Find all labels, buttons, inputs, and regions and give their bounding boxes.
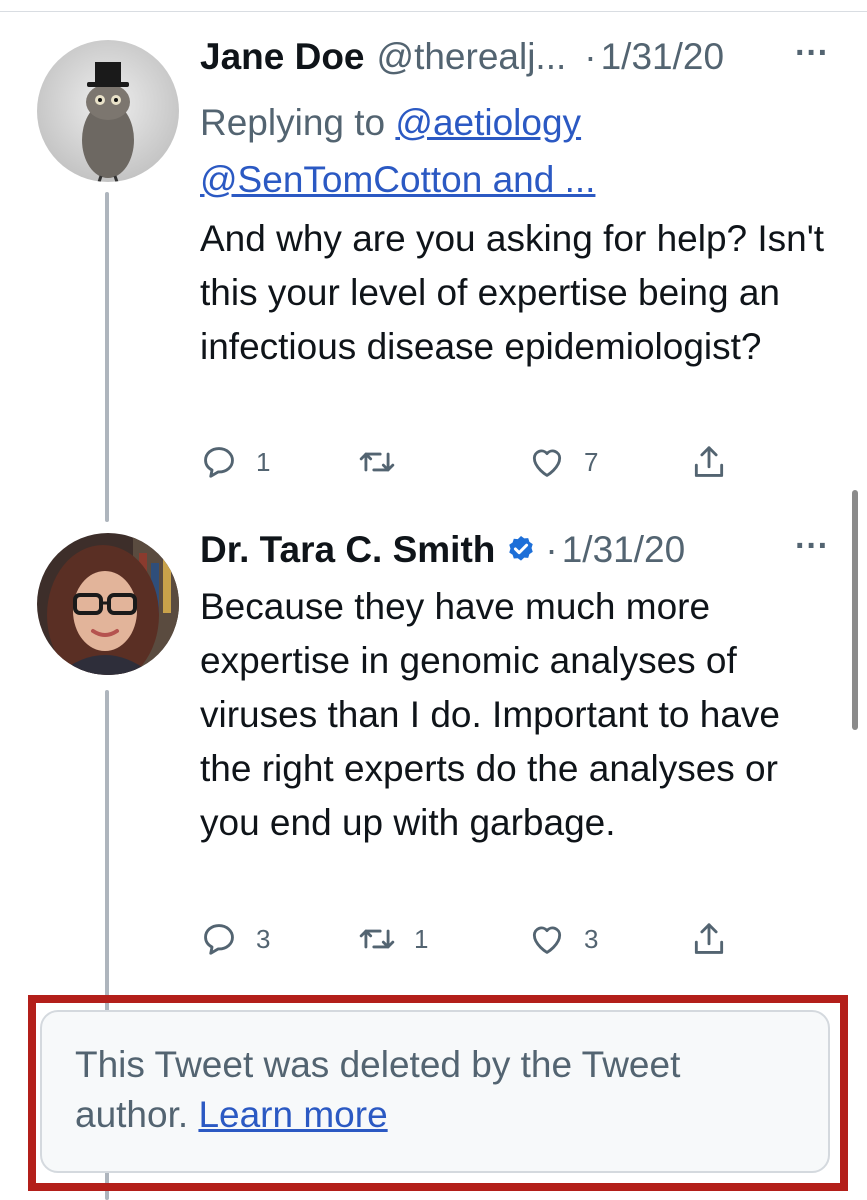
share-icon xyxy=(694,923,724,954)
retweet-icon xyxy=(359,929,395,949)
retweet-icon xyxy=(359,452,395,472)
like-count: 3 xyxy=(584,923,599,954)
reply-icon xyxy=(204,924,234,955)
avatar[interactable] xyxy=(37,40,179,182)
tweet-header: Jane Doe @therealj... · 1/31/20 xyxy=(200,36,724,86)
reply-handle-link[interactable]: @aetiology xyxy=(395,102,581,143)
top-divider xyxy=(0,11,867,12)
share-button[interactable] xyxy=(690,920,728,958)
avatar[interactable] xyxy=(37,533,179,675)
like-button[interactable]: 3 xyxy=(528,920,598,958)
share-button[interactable] xyxy=(690,443,728,481)
display-name[interactable]: Dr. Tara C. Smith xyxy=(200,529,495,571)
more-icon[interactable]: ··· xyxy=(795,34,829,73)
like-button[interactable]: 7 xyxy=(528,443,598,481)
tweet-text: Because they have much more expertise in… xyxy=(200,586,780,843)
reply-count: 3 xyxy=(256,923,271,954)
replying-to-label: Replying to xyxy=(200,102,386,143)
replying-to: Replying to @aetiology @SenTomCotton and… xyxy=(200,94,820,208)
tweet-date[interactable]: 1/31/20 xyxy=(601,36,724,78)
tweet-header: Dr. Tara C. Smith · 1/31/20 xyxy=(200,529,685,579)
display-name[interactable]: Jane Doe xyxy=(200,36,365,78)
highlight-frame xyxy=(28,995,848,1191)
reply-button[interactable]: 3 xyxy=(200,920,270,958)
like-count: 7 xyxy=(584,446,599,477)
separator-dot: · xyxy=(545,529,558,570)
verified-badge-icon xyxy=(505,533,537,565)
more-icon[interactable]: ··· xyxy=(795,527,829,566)
retweet-button[interactable] xyxy=(358,443,414,481)
reply-handle-link[interactable]: @SenTomCotton and ... xyxy=(200,159,595,200)
tweet-actions: 3 1 3 xyxy=(200,920,760,964)
like-icon xyxy=(532,449,562,477)
share-icon xyxy=(694,446,724,477)
retweet-button[interactable]: 1 xyxy=(358,920,428,958)
thread-connector-line xyxy=(105,192,109,522)
reply-button[interactable]: 1 xyxy=(200,443,270,481)
reply-count: 1 xyxy=(256,446,271,477)
like-icon xyxy=(532,926,562,954)
scrollbar[interactable] xyxy=(852,490,858,730)
tweet-actions: 1 7 xyxy=(200,443,760,487)
user-handle[interactable]: @therealj... xyxy=(377,36,567,78)
reply-icon xyxy=(204,447,234,478)
tweet-text: And why are you asking for help? Isn't t… xyxy=(200,218,825,367)
tweet-date[interactable]: 1/31/20 xyxy=(562,529,685,571)
retweet-count: 1 xyxy=(414,923,429,954)
separator-dot: · xyxy=(584,36,597,77)
